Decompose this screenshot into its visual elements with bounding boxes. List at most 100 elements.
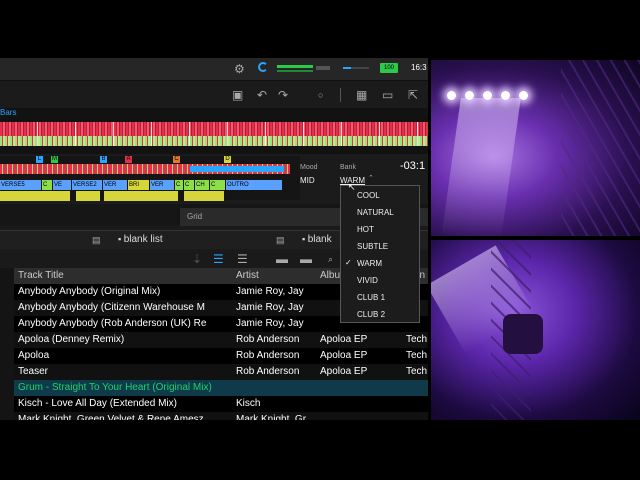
phrase-segment[interactable]: VER	[103, 180, 127, 190]
moving-head-light	[503, 314, 543, 354]
phrase-segment[interactable]: C	[175, 180, 183, 190]
track-artist: Mark Knight, Gr	[236, 414, 307, 420]
stage-light	[465, 91, 474, 100]
phrase-segment[interactable]: VERSE2	[72, 180, 102, 190]
bank-label: Bank	[340, 164, 356, 171]
phrase-segment[interactable]: C	[210, 180, 225, 190]
battery-indicator: 100	[380, 63, 398, 73]
artwork-view-icon[interactable]: ▬	[276, 252, 288, 266]
hot-cue-marker[interactable]: C	[173, 156, 180, 163]
hot-cue-marker[interactable]: B	[100, 156, 107, 163]
phrase-segment[interactable]: BRI	[128, 180, 149, 190]
sync-icon[interactable]	[258, 62, 268, 72]
bank-option-selected[interactable]: WARM	[357, 259, 382, 268]
track-artist: Kisch	[236, 398, 261, 409]
table-row[interactable]: Teaser Rob Anderson Apoloa EP Tech	[14, 364, 428, 380]
bars-label: Bars	[0, 108, 17, 117]
playlist-tab-left-label: blank list	[123, 234, 163, 245]
hot-cue-marker[interactable]: D	[224, 156, 231, 163]
download-icon[interactable]: ⇣	[192, 252, 202, 266]
column-artist[interactable]: Artist	[236, 270, 259, 281]
phrase-segment[interactable]: OUTRO	[226, 180, 282, 190]
grid-view-icon[interactable]: ▦	[356, 88, 367, 102]
undo-icon[interactable]: ↶	[257, 88, 267, 102]
stage-lighting-photo-bottom	[431, 240, 640, 420]
level-meter	[277, 65, 313, 68]
layout-icon[interactable]: ▭	[382, 88, 393, 102]
phrase-lower	[0, 191, 70, 201]
phrase-segment[interactable]: VER	[150, 180, 174, 190]
checkmark-icon: ✓	[345, 258, 352, 267]
track-title: Anybody Anybody (Original Mix)	[18, 286, 161, 297]
redo-icon[interactable]: ↷	[278, 88, 288, 102]
hot-cue-marker[interactable]: M	[51, 156, 58, 163]
column-album[interactable]: Albu	[320, 270, 340, 281]
bank-option[interactable]: CLUB 1	[357, 293, 385, 302]
divider	[340, 88, 341, 102]
bank-dropdown: COOL NATURAL HOT SUBTLE ✓ WARM VIVID CLU…	[340, 185, 420, 323]
detail-view-icon[interactable]: ☰	[237, 252, 248, 266]
track-genre: Tech	[406, 350, 428, 361]
gear-icon[interactable]: ⚙	[234, 62, 245, 76]
table-row[interactable]: Kisch - Love All Day (Extended Mix) Kisc…	[14, 396, 428, 412]
remaining-time: -03:1	[400, 160, 426, 172]
table-row[interactable]: Apoloa (Denney Remix) Rob Anderson Apolo…	[14, 332, 428, 348]
track-artist: Rob Anderson	[236, 334, 300, 345]
expand-icon[interactable]: ⇱	[408, 88, 418, 102]
bank-option[interactable]: CLUB 2	[357, 310, 385, 319]
list-icon-2[interactable]: ▤	[276, 233, 285, 247]
track-title: Apoloa (Denney Remix)	[18, 334, 125, 345]
phrase-bar: VERSE5 C VE VERSE2 VER BRI VER C C CH C …	[0, 180, 300, 202]
track-artist: Jamie Roy, Jay	[236, 318, 304, 329]
bank-option[interactable]: SUBTLE	[357, 242, 388, 251]
truss	[561, 60, 640, 236]
column-title[interactable]: Track Title	[18, 270, 64, 281]
table-row[interactable]: Mark Knight, Green Velvet & Rene Amesz M…	[14, 412, 428, 420]
list-icon[interactable]: ▤	[92, 233, 101, 247]
table-row[interactable]: Apoloa Rob Anderson Apoloa EP Tech	[14, 348, 428, 364]
phrase-segment[interactable]: C	[42, 180, 52, 190]
playlist-tab-right-label: blank	[307, 234, 332, 245]
phrase-segment[interactable]: CH	[195, 180, 209, 190]
stage-light	[519, 91, 528, 100]
clock: 16:3	[411, 63, 427, 72]
chevron-up-down-icon[interactable]: ⌃	[368, 174, 374, 182]
search-icon[interactable]: ⌕	[328, 252, 333, 266]
volume-fill	[343, 67, 351, 69]
phrase-lower	[104, 191, 178, 201]
bank-option[interactable]: HOT	[357, 225, 374, 234]
beat-markers	[0, 122, 428, 146]
artwork-strip	[0, 268, 14, 420]
waveform-blue-section	[190, 166, 284, 172]
letterbox-top	[0, 0, 640, 58]
save-icon[interactable]: ▣	[232, 88, 243, 102]
hot-cue-marker[interactable]: L	[36, 156, 43, 163]
mouse-cursor-icon: ↖	[348, 182, 356, 192]
list-view-icon[interactable]: ☰	[213, 252, 224, 266]
table-row-selected[interactable]: Grum - Straight To Your Heart (Original …	[14, 380, 428, 396]
bank-option[interactable]: COOL	[357, 191, 380, 200]
playlist-tab-right[interactable]: ▪ blank	[302, 234, 332, 245]
phrase-segment[interactable]: C	[184, 180, 194, 190]
bank-option[interactable]: NATURAL	[357, 208, 394, 217]
playlist-tab-left[interactable]: ▪ blank list	[118, 234, 163, 245]
phrase-segment[interactable]: VE	[53, 180, 71, 190]
full-waveform[interactable]: Bars	[0, 108, 428, 154]
track-album: Apoloa EP	[320, 350, 368, 361]
top-status-bar: ⚙ 100 16:3	[0, 58, 428, 81]
bank-option[interactable]: VIVID	[357, 276, 378, 285]
dj-software-window: ⚙ 100 16:3 ▣ ↶ ↷ ○ ▦ ▭ ⇱ Bars L M B A C …	[0, 58, 428, 420]
split-view-icon[interactable]: ▬	[300, 252, 312, 266]
letterbox-bottom	[0, 420, 640, 480]
phrase-segment[interactable]: VERSE5	[0, 180, 41, 190]
edit-toolbar: ▣ ↶ ↷ ○ ▦ ▭ ⇱	[0, 84, 428, 106]
stage-light	[483, 91, 492, 100]
hot-cue-marker[interactable]: A	[125, 156, 132, 163]
track-artist: Jamie Roy, Jay	[236, 286, 304, 297]
track-title: Anybody Anybody (Citizenn Warehouse M	[18, 302, 205, 313]
track-artist: Rob Anderson	[236, 366, 300, 377]
search-icon[interactable]: ○	[318, 88, 323, 102]
stage-light	[447, 91, 456, 100]
track-album: Apoloa EP	[320, 366, 368, 377]
mood-value[interactable]: MID	[300, 176, 315, 185]
